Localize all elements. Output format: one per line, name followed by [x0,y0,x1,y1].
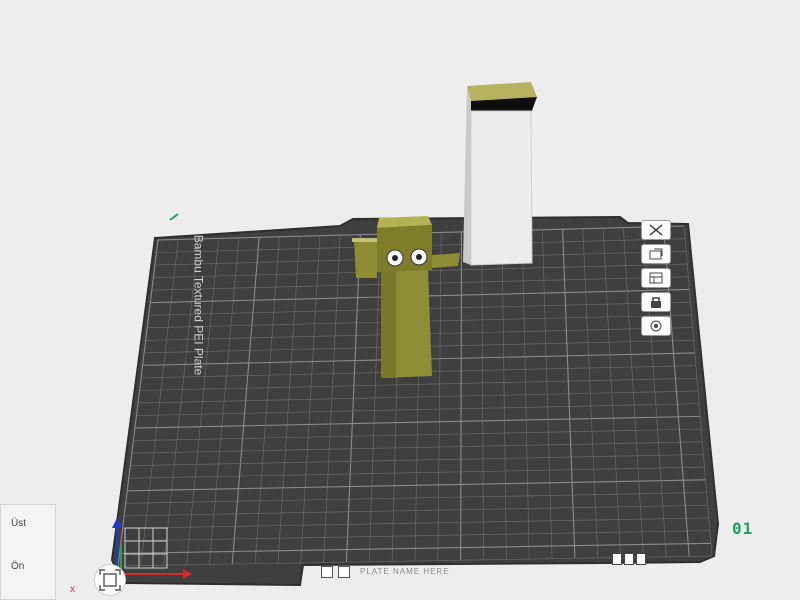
slice-icon [650,320,662,332]
gizmo-icon [99,569,121,591]
3d-viewport[interactable] [0,0,800,600]
view-gizmo-button[interactable] [94,564,126,596]
view-cube[interactable]: Üst Ön [0,504,56,600]
plate-corner-mark [169,213,179,221]
trash-icon[interactable] [612,553,622,565]
x-axis-label: x [70,584,75,595]
plate-delete-icons [612,553,646,565]
plate-settings-icon [649,272,663,284]
grid-line [460,231,463,561]
arrange-icon [649,224,663,236]
plate-number: 01 [732,519,754,538]
slice-button[interactable] [641,316,671,336]
copy-icon[interactable] [624,553,634,565]
plate-settings-button[interactable] [641,268,671,288]
lock-button[interactable] [641,292,671,312]
trash-icon[interactable] [636,553,646,565]
plate-type-label: Bambu Textured PEI Plate [191,234,206,376]
view-cube-front-label[interactable]: Ön [11,561,24,572]
plate-toolbar [641,220,673,340]
select-plate-icon[interactable] [321,565,333,578]
plate-thumbnail-icon[interactable] [338,565,350,578]
arrange-button[interactable] [641,220,671,240]
lock-icon [651,297,661,308]
plate-bottom-bar-text: PLATE NAME HERE [360,567,450,576]
tower-model[interactable] [463,82,537,266]
plate-bottom-bar: PLATE NAME HERE [316,563,656,580]
orient-icon [649,248,663,260]
orient-button[interactable] [641,244,671,264]
view-cube-top-label[interactable]: Üst [11,518,26,529]
